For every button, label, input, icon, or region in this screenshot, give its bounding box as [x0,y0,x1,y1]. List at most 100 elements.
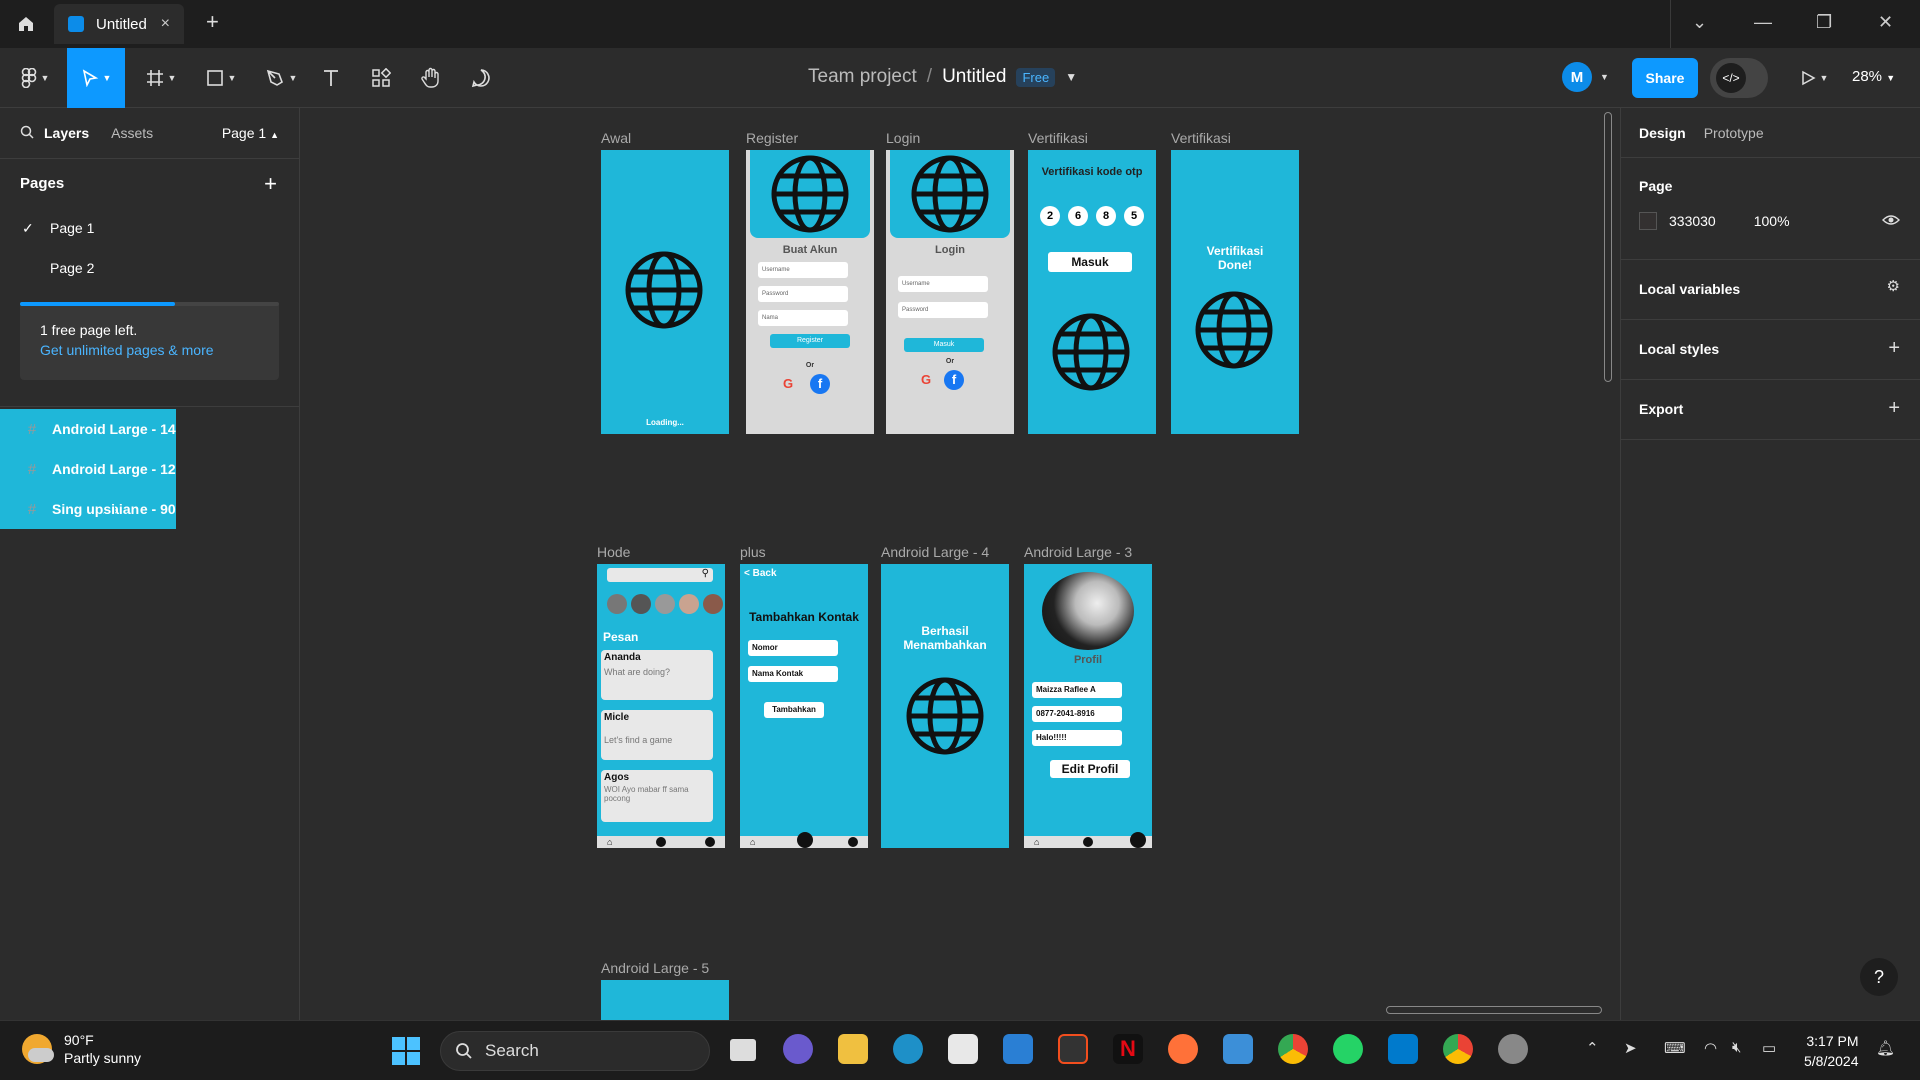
profile-photo[interactable] [1042,572,1134,650]
netflix-icon[interactable]: N [1113,1034,1143,1064]
weather-widget[interactable]: 90°F Partly sunny [22,1031,141,1067]
username-input[interactable]: Username [898,276,988,292]
task-view-icon[interactable] [730,1039,756,1061]
horizontal-scrollbar[interactable] [1386,1006,1602,1014]
frame-android-large-5[interactable] [601,980,729,1020]
google-icon[interactable]: G [778,374,798,394]
vscode-icon[interactable] [1388,1034,1418,1064]
search-bar[interactable]: ⚲ [607,568,713,582]
canvas[interactable]: Awal Register Login Vertifikasi Vertifik… [300,108,1620,1020]
frame-label-awal[interactable]: Awal [601,130,631,146]
frame-label-vertifikasi-otp[interactable]: Vertifikasi [1028,130,1088,146]
keyboard-icon[interactable]: ⌨ [1664,1039,1686,1057]
edge-icon[interactable] [893,1034,923,1064]
clock[interactable]: 3:17 PM 5/8/2024 [1804,1031,1859,1071]
mail-icon[interactable] [1003,1034,1033,1064]
page-opacity-value[interactable]: 100% [1754,213,1790,229]
home-icon[interactable]: ⌂ [607,837,617,847]
add-icon[interactable] [1083,837,1093,847]
frame-android-large-3[interactable]: Profil Maizza Raflee A 0877-2041-8916 Ha… [1024,564,1152,848]
avatar[interactable] [607,594,627,614]
local-variables-section[interactable]: Local variables ⚙ [1621,260,1920,320]
google-icon[interactable]: G [916,370,936,390]
settings-gear-icon[interactable] [1498,1034,1528,1064]
minimize-icon[interactable]: — [1754,12,1772,33]
facebook-icon[interactable]: f [810,374,830,394]
notification-bell-icon[interactable]: 🔔︎ [1876,1039,1895,1057]
frame-label-register[interactable]: Register [746,130,798,146]
search-icon[interactable] [20,125,34,142]
otp-digit[interactable]: 6 [1068,206,1088,226]
frame-register[interactable]: Buat Akun Username Password Nama Registe… [746,150,874,434]
battery-icon[interactable]: ▭ [1762,1039,1776,1057]
tab-prototype[interactable]: Prototype [1704,125,1764,141]
text-tool[interactable] [316,58,346,98]
frame-label-android-large-3[interactable]: Android Large - 3 [1024,544,1132,560]
contact-name-field[interactable]: Nama Kontak [748,666,838,682]
edit-profile-button[interactable]: Edit Profil [1050,760,1130,778]
facebook-icon[interactable]: f [944,370,964,390]
layer-item[interactable]: # Android Large - 12 [0,449,176,489]
page-item-1[interactable]: ✓ Page 1 [0,208,299,248]
add-export-icon[interactable]: + [1888,397,1900,420]
chevron-down-icon[interactable]: ⌄ [1692,12,1707,33]
add-page-icon[interactable]: + [264,171,277,197]
restore-icon[interactable]: ❐ [1816,12,1832,33]
tab-assets[interactable]: Assets [111,125,153,141]
file-explorer-icon[interactable] [838,1034,868,1064]
otp-digit[interactable]: 2 [1040,206,1060,226]
message-card[interactable]: Ananda What are doing? [601,650,713,700]
avatar[interactable] [655,594,675,614]
resources-tool[interactable] [366,58,396,98]
tab-design[interactable]: Design [1639,125,1686,141]
add-style-icon[interactable]: + [1888,337,1900,360]
frame-awal[interactable]: Loading... [601,150,729,434]
notepad-icon[interactable] [1223,1034,1253,1064]
hand-tool[interactable] [416,58,446,98]
file-tab[interactable]: Untitled × [54,4,184,44]
chevron-down-icon[interactable]: ▼ [1600,72,1609,82]
profile-bio-field[interactable]: Halo!!!!! [1032,730,1122,746]
variables-settings-icon[interactable]: ⚙ [1887,277,1900,295]
figma-app-icon[interactable] [1058,1034,1088,1064]
zoom-level[interactable]: 28% ▼ [1852,68,1895,85]
message-card[interactable]: Agos WOI Ayo mabar ff sama pocong [601,770,713,822]
otp-submit-button[interactable]: Masuk [1048,252,1132,272]
chrome-icon[interactable] [1278,1034,1308,1064]
profile-icon[interactable] [1130,832,1146,848]
home-icon[interactable]: ⌂ [750,837,760,847]
number-field[interactable]: Nomor [748,640,838,656]
new-tab-button[interactable]: + [206,11,219,33]
pen-tool[interactable]: ▼ [260,58,302,98]
page-fill-row[interactable]: 333030 100% [1639,212,1902,230]
main-menu-button[interactable]: ▼ [14,58,56,98]
username-input[interactable]: Username [758,262,848,278]
layer-item[interactable]: # Android Large - 14 [0,409,176,449]
frame-label-vertifikasi-done[interactable]: Vertifikasi [1171,130,1231,146]
otp-digit[interactable]: 8 [1096,206,1116,226]
avatar[interactable] [679,594,699,614]
frame-vertifikasi-done[interactable]: Vertifikasi Done! [1171,150,1299,434]
register-button[interactable]: Register [770,334,850,348]
otp-digit[interactable]: 5 [1124,206,1144,226]
frame-label-android-large-5[interactable]: Android Large - 5 [601,960,709,976]
chrome-profile-icon[interactable] [1443,1034,1473,1064]
frame-hode[interactable]: ⚲ Pesan Ananda What are doing? Micle Let… [597,564,725,848]
shape-tool[interactable]: ▼ [200,58,242,98]
message-card[interactable]: Micle Let's find a game [601,710,713,760]
frame-android-large-4[interactable]: Berhasil Menambahkan [881,564,1009,848]
dev-mode-toggle[interactable]: </> [1710,58,1768,98]
frame-tool[interactable]: ▼ [140,58,182,98]
profile-name-field[interactable]: Maizza Raflee A [1032,682,1122,698]
vertical-scrollbar[interactable] [1604,112,1612,382]
whatsapp-icon[interactable] [1333,1034,1363,1064]
name-input[interactable]: Nama [758,310,848,326]
move-tool[interactable]: ▼ [67,48,125,108]
chevron-up-icon[interactable]: ⌃ [1586,1039,1599,1057]
wifi-icon[interactable]: ◠ [1704,1039,1717,1057]
comment-tool[interactable] [466,58,496,98]
profile-phone-field[interactable]: 0877-2041-8916 [1032,706,1122,722]
user-avatar[interactable]: M [1562,62,1592,92]
tab-layers[interactable]: Layers [44,125,89,141]
page-selector[interactable]: Page 1 ▲ [222,125,279,141]
